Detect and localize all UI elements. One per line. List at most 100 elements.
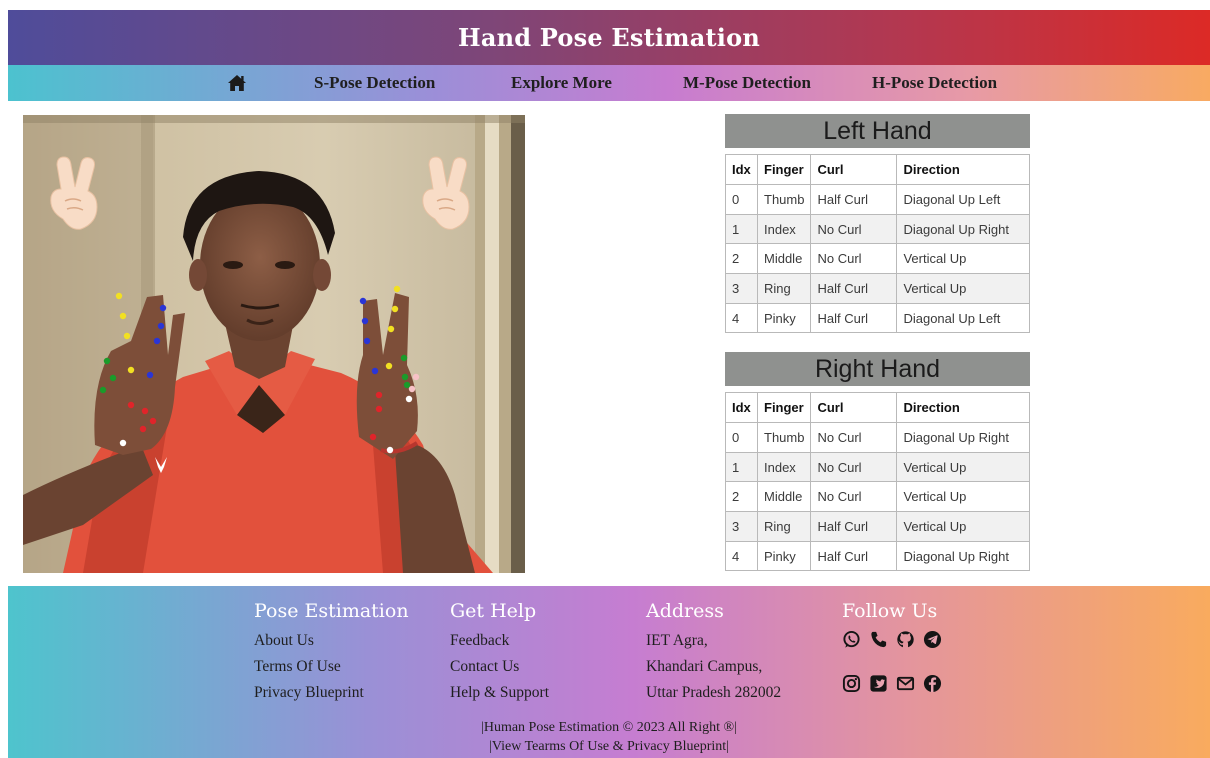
footer-heading: Address (646, 600, 724, 622)
facebook-icon[interactable] (923, 674, 942, 693)
telegram-icon[interactable] (923, 630, 942, 649)
whatsapp-icon[interactable] (842, 630, 861, 649)
nav-bar: S-Pose Detection Explore More M-Pose Det… (8, 65, 1210, 101)
table-cell: No Curl (810, 451, 898, 483)
table-cell: Index (756, 451, 812, 483)
table-row: 3 Ring Half Curl Vertical Up (725, 511, 1030, 542)
table-cell: 3 (725, 273, 758, 304)
home-icon[interactable] (227, 74, 247, 92)
footer: Pose Estimation About Us Terms Of Use Pr… (8, 586, 1210, 758)
instagram-icon[interactable] (842, 674, 861, 693)
table-cell: 2 (725, 481, 758, 513)
table-cell: Half Curl (810, 302, 898, 334)
table-header-row: Idx Finger Curl Direction (725, 154, 1030, 185)
table-cell: No Curl (810, 422, 898, 453)
left-hand-table: Idx Finger Curl Direction 0 Thumb Half Cur… (725, 154, 1030, 334)
table-cell: Middle (756, 481, 812, 513)
table-cell: No Curl (810, 243, 898, 275)
column-header: Direction (896, 154, 1030, 185)
address-line: IET Agra, (646, 632, 708, 649)
about-us-link[interactable]: About Us (254, 628, 409, 654)
column-header: Finger (756, 392, 812, 423)
mail-icon[interactable] (896, 674, 915, 693)
table-cell: Vertical Up (896, 243, 1030, 275)
table-cell: 4 (725, 540, 758, 572)
table-cell: Diagonal Up Left (896, 302, 1030, 334)
table-cell: 1 (725, 451, 758, 483)
table-row: 2 Middle No Curl Vertical Up (725, 243, 1030, 275)
table-cell: 4 (725, 302, 758, 334)
left-hand-panel: Left Hand Idx Finger Curl Direction 0 Thu… (725, 114, 1030, 334)
table-cell: No Curl (810, 481, 898, 513)
feedback-link[interactable]: Feedback (450, 628, 549, 654)
footer-col-pose-estimation: Pose Estimation About Us Terms Of Use Pr… (254, 600, 409, 706)
address-line: Khandari Campus, (646, 658, 763, 675)
page-title: Hand Pose Estimation (458, 23, 760, 52)
table-cell: 0 (725, 184, 758, 215)
table-cell: 3 (725, 511, 758, 542)
column-header: Idx (725, 154, 758, 185)
header: Hand Pose Estimation (8, 10, 1210, 65)
table-cell: Diagonal Up Right (896, 540, 1030, 572)
table-row: 0 Thumb No Curl Diagonal Up Right (725, 422, 1030, 453)
contact-us-link[interactable]: Contact Us (450, 654, 549, 680)
table-cell: Vertical Up (896, 273, 1030, 304)
table-cell: Pinky (756, 302, 812, 334)
table-cell: 0 (725, 422, 758, 453)
footer-col-get-help: Get Help Feedback Contact Us Help & Supp… (450, 600, 549, 706)
table-cell: Ring (756, 273, 812, 304)
table-cell: Thumb (756, 184, 812, 215)
column-header: Curl (810, 154, 898, 185)
footer-heading: Follow Us (842, 600, 938, 622)
table-cell: Index (756, 213, 812, 245)
terms-of-use-link[interactable]: Terms Of Use (254, 654, 409, 680)
terms-privacy-link[interactable]: |View Tearms Of Use & Privacy Blueprint| (8, 739, 1210, 755)
twitter-icon[interactable] (869, 674, 888, 693)
table-cell: Vertical Up (896, 451, 1030, 483)
address-line: Uttar Pradesh 282002 (646, 684, 782, 701)
phone-icon[interactable] (869, 630, 888, 649)
footer-col-follow-us: Follow Us (842, 600, 942, 716)
privacy-blueprint-link[interactable]: Privacy Blueprint (254, 680, 409, 706)
column-header: Finger (756, 154, 812, 185)
table-cell: 2 (725, 243, 758, 275)
table-cell: Half Curl (810, 273, 898, 304)
github-icon[interactable] (896, 630, 915, 649)
footer-heading: Get Help (450, 600, 537, 622)
table-row: 1 Index No Curl Diagonal Up Right (725, 213, 1030, 245)
social-row (842, 628, 942, 650)
table-row: 4 Pinky Half Curl Diagonal Up Right (725, 540, 1030, 572)
table-cell: No Curl (810, 213, 898, 245)
column-header: Idx (725, 392, 758, 423)
table-header-row: Idx Finger Curl Direction (725, 392, 1030, 423)
footer-col-address: Address IET Agra, Khandari Campus, Uttar… (646, 600, 781, 706)
table-cell: 1 (725, 213, 758, 245)
table-row: 1 Index No Curl Vertical Up (725, 451, 1030, 483)
help-support-link[interactable]: Help & Support (450, 680, 549, 706)
nav-s-pose-detection[interactable]: S-Pose Detection (314, 65, 435, 101)
table-cell: Middle (756, 243, 812, 275)
table-cell: Half Curl (810, 511, 898, 542)
nav-explore-more[interactable]: Explore More (511, 65, 612, 101)
right-hand-panel: Right Hand Idx Finger Curl Direction 0 Th… (725, 352, 1030, 572)
table-row: 2 Middle No Curl Vertical Up (725, 481, 1030, 513)
nav-m-pose-detection[interactable]: M-Pose Detection (683, 65, 811, 101)
column-header: Curl (810, 392, 898, 423)
table-cell: Diagonal Up Left (896, 184, 1030, 215)
right-hand-table: Idx Finger Curl Direction 0 Thumb No Curl D… (725, 392, 1030, 572)
social-row (842, 672, 942, 694)
table-row: 3 Ring Half Curl Vertical Up (725, 273, 1030, 304)
table-row: 4 Pinky Half Curl Diagonal Up Left (725, 302, 1030, 334)
table-cell: Ring (756, 511, 812, 542)
copyright-text: |Human Pose Estimation © 2023 All Right … (481, 720, 737, 735)
nav-h-pose-detection[interactable]: H-Pose Detection (872, 65, 997, 101)
table-cell: Diagonal Up Right (896, 422, 1030, 453)
table-cell: Pinky (756, 540, 812, 572)
table-cell: Half Curl (810, 540, 898, 572)
table-cell: Vertical Up (896, 481, 1030, 513)
table-row: 0 Thumb Half Curl Diagonal Up Left (725, 184, 1030, 215)
left-hand-title: Left Hand (725, 114, 1030, 148)
right-hand-title: Right Hand (725, 352, 1030, 386)
pose-detection-image (23, 115, 525, 573)
table-cell: Thumb (756, 422, 812, 453)
